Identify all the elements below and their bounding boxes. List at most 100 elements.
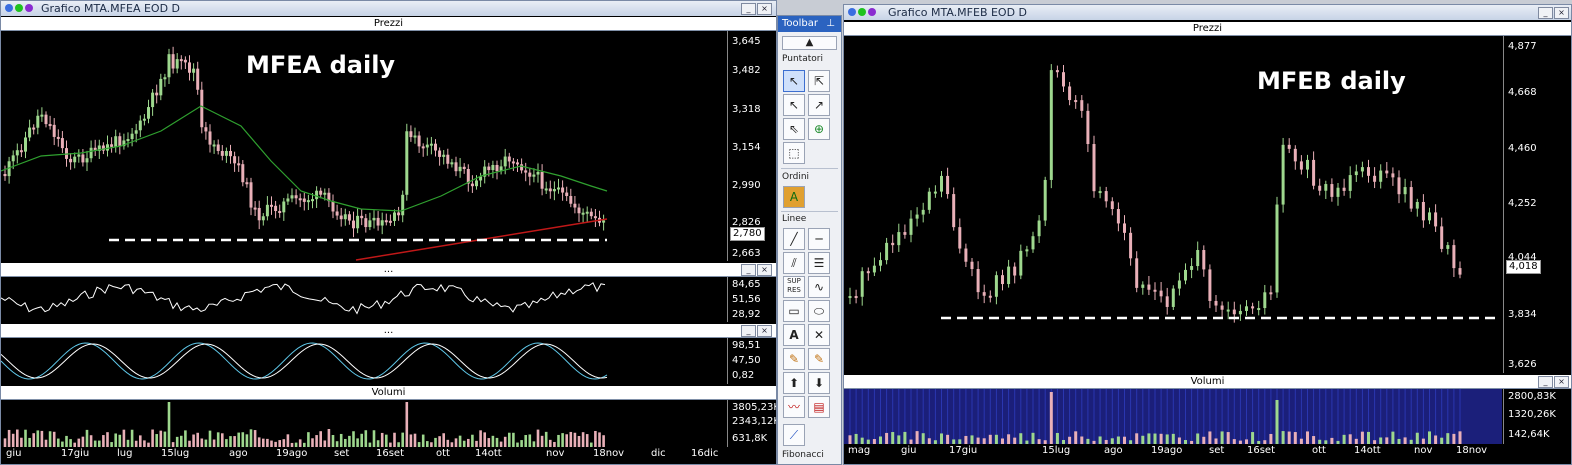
date-tick: 18nov: [1456, 445, 1488, 456]
candle-body: [233, 156, 237, 164]
candle-body: [516, 162, 519, 165]
volume-bar: [1379, 437, 1383, 444]
right-date-axis: mag giu 17giu 15lug ago 19ago set 16set …: [844, 445, 1571, 464]
right-window-titlebar[interactable]: Grafico MTA.MFEB EOD D _ ×: [844, 5, 1571, 20]
window-menu-icon[interactable]: [5, 4, 13, 12]
volume-bar: [28, 437, 31, 447]
candle-body: [1385, 170, 1389, 174]
candle-body: [1434, 212, 1438, 227]
zoom-icon[interactable]: ⊕: [808, 118, 830, 140]
left-volume-chart[interactable]: [1, 400, 726, 447]
pane-close-icon[interactable]: ×: [757, 264, 772, 276]
volume-bar: [1324, 440, 1328, 444]
candle-body: [1367, 167, 1370, 176]
left-osc2-axis: 98,51 47,50 0,82: [727, 338, 776, 384]
pin-icon[interactable]: ⊥: [826, 16, 835, 32]
pointer-icon[interactable]: ↖: [783, 70, 805, 92]
window-status-icon[interactable]: [15, 4, 23, 12]
curve-icon[interactable]: ∿: [808, 276, 830, 298]
window-status-icon[interactable]: [858, 8, 866, 16]
left-oscillator-2-chart[interactable]: [1, 338, 726, 384]
volume-bar: [237, 432, 240, 447]
pane-close-icon[interactable]: ×: [1554, 376, 1569, 388]
pane-minimize-icon[interactable]: _: [741, 264, 756, 276]
minimize-icon[interactable]: _: [741, 3, 756, 15]
volume-bar: [512, 432, 515, 447]
fibonacci-icon[interactable]: ▤: [808, 396, 830, 418]
candle-body: [927, 191, 931, 210]
candle-body: [964, 248, 968, 262]
candle-body: [1159, 290, 1163, 297]
candle-body: [1397, 177, 1401, 195]
volume-bar: [561, 433, 564, 447]
measure-icon[interactable]: ✕: [808, 324, 830, 346]
volume-bar: [298, 439, 302, 447]
arrow-up-icon[interactable]: ▲: [782, 36, 837, 50]
volume-bar: [65, 435, 68, 447]
candle-body: [940, 175, 943, 192]
volume-bar: [1135, 433, 1139, 444]
arrow-up-fill-icon[interactable]: ⬆: [783, 372, 805, 394]
volume-bar: [1141, 435, 1145, 444]
candle-body: [343, 214, 347, 220]
close-icon[interactable]: ×: [757, 3, 772, 15]
minimize-icon[interactable]: _: [1538, 7, 1553, 19]
candle-body: [462, 166, 466, 170]
left-window-titlebar[interactable]: Grafico MTA.MFEA EOD D _ ×: [1, 1, 776, 16]
candle-body: [1147, 284, 1151, 290]
right-volume-chart[interactable]: [844, 389, 1502, 444]
volume-tick: 2343,12K: [732, 416, 777, 427]
pointer-edit-icon[interactable]: ⇖: [783, 118, 805, 140]
order-icon[interactable]: A: [783, 186, 805, 208]
pencil-icon[interactable]: ✎: [783, 348, 805, 370]
candle-body: [1324, 184, 1328, 191]
marquee-icon[interactable]: ⬚: [783, 142, 805, 164]
window-link-icon[interactable]: [25, 4, 33, 12]
candle-body: [593, 216, 597, 219]
window-link-icon[interactable]: [868, 8, 876, 16]
window-menu-icon[interactable]: [848, 8, 856, 16]
horizontal-line-icon[interactable]: ─: [808, 228, 830, 250]
date-tick: lug: [117, 448, 133, 459]
volume-bar: [1391, 431, 1395, 444]
pointer-select-icon[interactable]: ↖: [783, 94, 805, 116]
wave-icon[interactable]: 〰: [783, 396, 805, 418]
candle-body: [952, 194, 956, 228]
candle-body: [1299, 161, 1303, 170]
volume-bar: [397, 442, 400, 447]
fibonacci-fan-icon[interactable]: ⟋: [783, 424, 805, 446]
pointer-crosshair-icon[interactable]: ↗: [808, 94, 830, 116]
volume-bar: [495, 437, 499, 447]
channel-icon[interactable]: ☰: [808, 252, 830, 274]
ellipse-icon[interactable]: ⬭: [808, 300, 830, 322]
left-oscillator-1-chart[interactable]: [1, 277, 726, 322]
rectangle-icon[interactable]: ▭: [783, 300, 805, 322]
volume-bar: [409, 434, 413, 447]
text-icon[interactable]: A: [783, 324, 805, 346]
arrow-down-fill-icon[interactable]: ⬇: [808, 372, 830, 394]
volume-bar: [188, 440, 191, 447]
parallel-lines-icon[interactable]: ⫽: [783, 252, 805, 274]
volume-bar: [1202, 436, 1206, 444]
support-resistance-icon[interactable]: SUP RES: [783, 276, 805, 298]
toolbar-header[interactable]: Toolbar ⊥: [778, 16, 841, 32]
candle-body: [335, 211, 339, 216]
last-price-label: 4,018: [1506, 260, 1541, 274]
candle-body: [885, 242, 889, 261]
pane-minimize-icon[interactable]: _: [1538, 376, 1553, 388]
volume-bar: [196, 432, 199, 447]
left-osc2-pane-header: ... _ ×: [1, 324, 776, 338]
pane-close-icon[interactable]: ×: [757, 325, 772, 337]
osc1-tick: 51,56: [732, 294, 761, 305]
volume-bar: [458, 435, 462, 447]
volume-bar: [462, 440, 466, 447]
pane-minimize-icon[interactable]: _: [741, 325, 756, 337]
pencil-x-icon[interactable]: ✎: [808, 348, 830, 370]
pointer-multi-icon[interactable]: ⇱: [808, 70, 830, 92]
candle-body: [1415, 201, 1419, 209]
close-icon[interactable]: ×: [1554, 7, 1569, 19]
candle-body: [278, 211, 282, 214]
candle-body: [1086, 110, 1090, 145]
trendline-icon[interactable]: ╱: [783, 228, 805, 250]
volume-bar: [7, 429, 11, 447]
